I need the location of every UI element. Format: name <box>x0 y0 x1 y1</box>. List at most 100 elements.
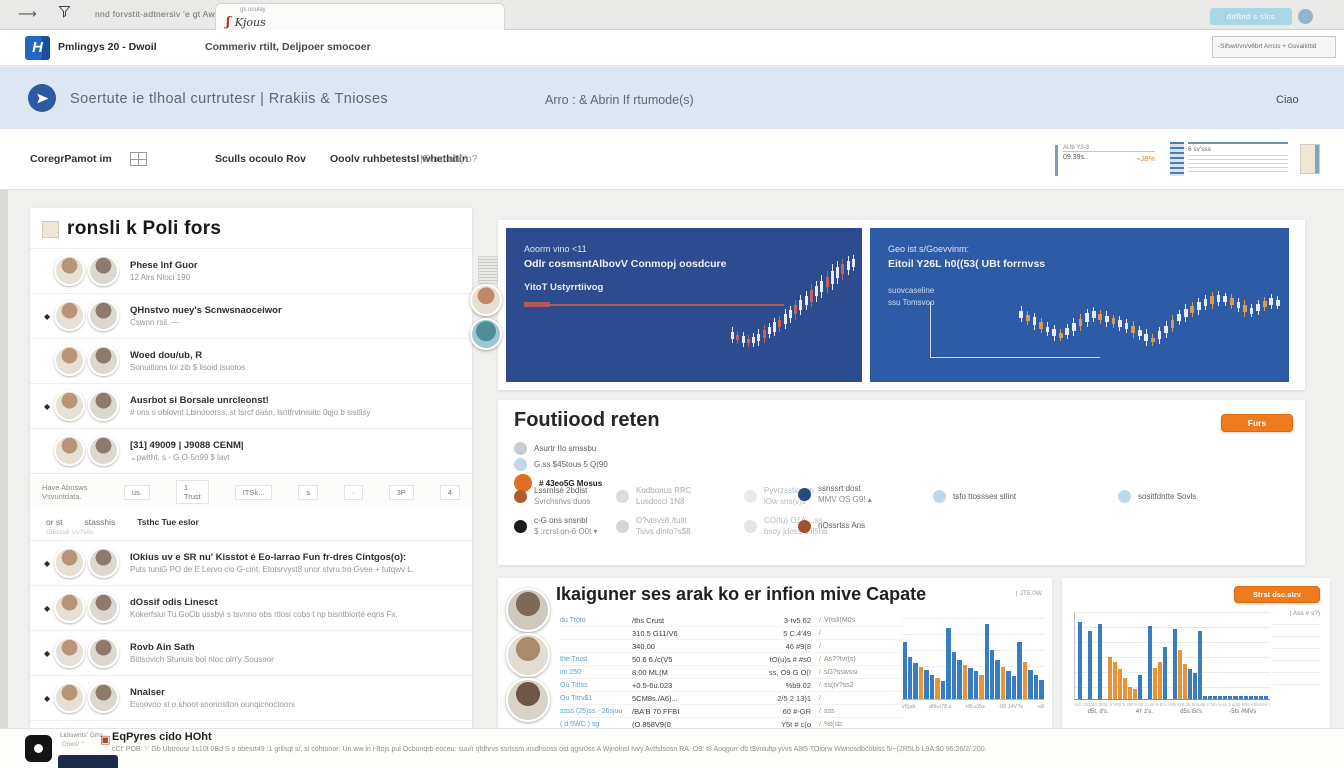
people-list-bottom: ◆ IOkius uv e SR nu' Kisstot é Eo-larrao… <box>30 540 472 728</box>
tab[interactable]: stasshis <box>85 517 116 527</box>
row-ticker-link[interactable]: the Trust <box>560 656 632 663</box>
page-button[interactable]: s <box>298 485 318 500</box>
browser-tab[interactable]: gs unulay ʃ Kjous <box>215 3 505 30</box>
list-item[interactable]: ◆ IOkius uv e SR nu' Kisstot é Eo-larrao… <box>30 540 472 585</box>
featured-entry[interactable]: ssnssrt dostMMV OS G9! ▴ <box>798 484 872 504</box>
row-ticker-link[interactable]: Ou Tittss <box>560 682 632 689</box>
table-row[interactable]: ( d 5WC ) sg (O.858V9(0 Y5t # c(o /%t(sb <box>560 718 905 728</box>
scroll-grip[interactable] <box>478 256 498 284</box>
footer-dark-button[interactable] <box>58 755 118 768</box>
mini-barchart-icon <box>1170 142 1184 176</box>
avatar-pair <box>54 435 120 467</box>
avatar <box>54 637 85 668</box>
featured-title: Foutiiood reten <box>514 409 660 432</box>
featured-entry[interactable]: Kodbonus RRCLusdosci 1N8 <box>616 486 692 506</box>
row-ticker-link[interactable]: im 250 <box>560 669 632 676</box>
tab[interactable]: or st <box>46 517 63 527</box>
back-arrow-icon[interactable]: ⟶ <box>18 6 37 22</box>
row-ticker-link[interactable]: ( d 5WC ) sg <box>560 721 632 728</box>
list-item[interactable]: [31] 49009 | J9088 CENM| ⌄pwltht, s · G … <box>30 428 472 473</box>
tabs-subtext: Gi6sss8 s/v?s0s <box>30 529 472 540</box>
row-flag: / <box>819 695 905 702</box>
signin-button[interactable]: ddfbtd s slcs <box>1210 8 1292 25</box>
page-button[interactable]: 4 <box>440 485 460 500</box>
bullet-mark: ◆ <box>44 312 54 321</box>
page-button[interactable]: 1 Trust <box>176 480 209 504</box>
table-row[interactable]: Ou Titrv$1 5CM8s./A6)... 2/5 2 13)1 / <box>560 692 905 705</box>
list-item-text: Rovb Ain Sath Bittsovich Stunuis bol nto… <box>120 642 462 664</box>
list-item[interactable]: ◆ QHnstvo nuey's Scnwsnaoceiwor Cswnn rs… <box>30 293 472 338</box>
grid-icon[interactable] <box>130 152 147 166</box>
list-item[interactable]: Woed dou/ub, R Sonuitions toi zib $ liso… <box>30 338 472 383</box>
hero-card-futures[interactable]: Geo ist s/Goevvinm: Eitoil Y26L h0((53( … <box>870 228 1289 382</box>
table-row[interactable]: ssss (25)ss - 26sjuu /BA'B 70 FFBI 60 #-… <box>560 705 905 718</box>
banner-dismiss-link[interactable]: Ciao <box>1276 94 1299 106</box>
pagination-pages: us. 1 Trust ITSk... s · 3P 4 <box>124 480 460 504</box>
nav-item-1[interactable]: CoregrPamot im <box>30 153 112 165</box>
table-row[interactable]: 310.5 G11/V6 5 C.4'49 / <box>560 627 905 640</box>
avatar[interactable] <box>506 678 550 722</box>
row-ticker-link[interactable]: ssss (25)ss - 26sjuu <box>560 708 632 715</box>
avatar <box>88 435 119 466</box>
avatar[interactable] <box>506 588 550 632</box>
hero-cta-link[interactable]: YitoT Ustyrrtiivog <box>524 282 603 293</box>
table-row[interactable]: Ou Tittss +0.5-6u.023 %b9.02 /ss(tv?ss2 <box>560 679 905 692</box>
avatar[interactable] <box>506 633 550 677</box>
filter-funnel-icon[interactable] <box>58 5 71 23</box>
table-row[interactable]: 340.00 46 #9(8 / <box>560 640 905 653</box>
hero-card-commodity[interactable]: Aoorm vino <11 Odlr cosmsntAlbovV Conmop… <box>506 228 862 382</box>
table-row[interactable]: du Troto /ths Crust 3-tv5 62 /V(tsll(M0s <box>560 614 905 627</box>
featured-entry[interactable]: nOssrtss Ans <box>798 520 872 533</box>
featured-entry[interactable]: sositfdntte Sovls <box>1118 490 1196 503</box>
x-tick-label: d5t, d's. <box>1088 709 1109 715</box>
mini-text-lines <box>1188 155 1288 173</box>
floating-avatar[interactable] <box>470 318 502 350</box>
entry-icon <box>933 490 946 503</box>
featured-entry[interactable]: G.ss $45tous 5 Q(90 <box>514 458 608 471</box>
strategy-button[interactable]: Strst dsc.strv <box>1234 586 1320 603</box>
table-row[interactable]: the Trust 50.6 6./c(V5 tO(u)s # #s0 /As?… <box>560 653 905 666</box>
profile-avatar[interactable] <box>1298 9 1313 24</box>
person-subtitle: ⌄pwltht, s · G O-5n99 $ lavt <box>130 453 462 462</box>
featured-entry[interactable]: Asurtr IIo smssbu <box>514 442 608 455</box>
featured-entry[interactable]: Lssrnlsé 2bdistSvrchsnvs duos <box>514 486 598 506</box>
featured-entry[interactable]: O?vtsvs8./tuittTsivs dinto?s$8 <box>616 516 692 536</box>
avatar <box>54 682 85 713</box>
market-widget-label: 6 sv'sss <box>1188 146 1211 153</box>
list-item[interactable]: ◆ Ausrbot si Borsale unrcleonst! # ons s… <box>30 383 472 428</box>
record-icon[interactable] <box>25 735 52 762</box>
floating-avatar[interactable] <box>470 284 502 316</box>
nav-item-2[interactable]: Sculls ocoulo Rov <box>215 153 306 165</box>
market-widget[interactable]: 6 sv'sss <box>1170 142 1320 178</box>
list-item-text: Woed dou/ub, R Sonuitions toi zib $ liso… <box>120 350 462 372</box>
list-item[interactable]: ◆ Nnalser Esoovoo st o shoot snonnsllon … <box>30 675 472 720</box>
page-button[interactable]: ITSk... <box>235 485 273 500</box>
list-item-text: dOssif odis Linesct Kokerfsiui Tu.GoOb u… <box>120 597 462 619</box>
row-flag: /V(tsll(M0s <box>819 617 905 624</box>
list-item[interactable]: ◆ Rovb Ain Sath Bittsovich Stunuis bol n… <box>30 630 472 675</box>
url-text[interactable]: nnd forvstit-adtnersiv 'e gt Aw <box>95 9 215 19</box>
row-ticker-link[interactable]: du Troto <box>560 617 632 624</box>
list-item[interactable]: Phese lnf Guor 12 Airs Nloci 190 <box>30 248 472 293</box>
list-item[interactable]: ◆ fOutsids #Onis & sigilla.s bsstnolunts… <box>30 720 472 728</box>
send-icon <box>28 84 56 112</box>
featured-entry[interactable]: c-G ons snsnbl$ :rcrsl on-6 O0t ▾ <box>514 516 598 536</box>
tab[interactable]: Tsthc Tue eslor <box>137 517 199 527</box>
footer-brand-icon: ▣ <box>100 733 110 746</box>
person-name: QHnstvo nuey's Scnwsnaoceiwor <box>130 305 462 316</box>
featured-action-button[interactable]: Furs <box>1221 414 1293 432</box>
bullet-mark: ◆ <box>44 604 54 613</box>
ticker-widget[interactable]: AUb Y2-3 09.39s.. ⌁JB% <box>1055 145 1155 176</box>
entry-sublabel: Svrchsnvs duos <box>534 497 590 506</box>
row-value: 46 #9(8 <box>757 642 819 651</box>
page-button[interactable]: us. <box>124 485 150 500</box>
page-button[interactable]: 3P <box>389 485 414 500</box>
nav-item-4[interactable]: |Euro a6(/o? <box>420 153 478 165</box>
page-button[interactable]: · <box>344 485 363 500</box>
search-input[interactable]: -Sifswt/vn/v6brt Arrcis + Gsvaikttid <box>1212 36 1336 58</box>
site-logo[interactable]: H <box>25 36 50 60</box>
table-row[interactable]: im 250 8.00 ML(M ss, O9 G O(! /sG?sswssi <box>560 666 905 679</box>
featured-entry[interactable]: tsfo ttossses stlint <box>933 490 1016 503</box>
list-item[interactable]: ◆ dOssif odis Linesct Kokerfsiui Tu.GoOb… <box>30 585 472 630</box>
row-ticker-link[interactable]: Ou Titrv$1 <box>560 695 632 702</box>
